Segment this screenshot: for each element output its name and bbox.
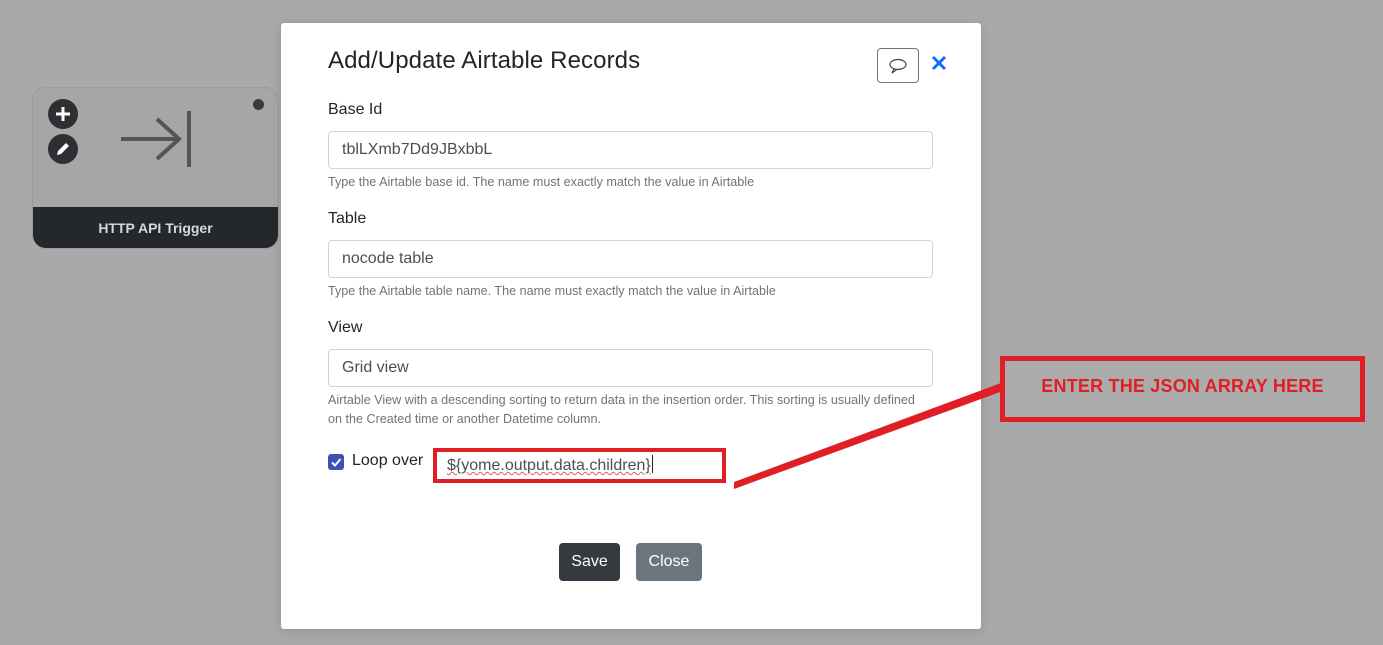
view-label: View	[328, 319, 363, 336]
close-icon[interactable]	[929, 53, 949, 73]
text-caret	[651, 455, 653, 473]
comment-button[interactable]	[877, 48, 919, 83]
add-node-button[interactable]	[48, 99, 78, 129]
table-input[interactable]: nocode table	[328, 240, 933, 278]
trigger-node-card[interactable]: HTTP API Trigger	[32, 87, 279, 249]
plus-icon	[56, 107, 70, 121]
annotation-callout: ENTER THE JSON ARRAY HERE	[1000, 356, 1365, 422]
view-help: Airtable View with a descending sorting …	[328, 393, 915, 426]
base-id-help: Type the Airtable base id. The name must…	[328, 175, 755, 189]
pencil-icon	[57, 143, 69, 155]
loop-over-label: Loop over	[352, 452, 424, 469]
table-label: Table	[328, 210, 367, 227]
edit-node-button[interactable]	[48, 134, 78, 164]
table-help: Type the Airtable table name. The name m…	[328, 284, 776, 298]
loop-over-checkbox[interactable]	[328, 454, 344, 470]
modal-title: Add/Update Airtable Records	[328, 47, 641, 74]
airtable-records-modal: Add/Update Airtable Records Base Id tblL…	[281, 23, 981, 629]
status-dot-icon	[253, 99, 264, 110]
loop-over-value: ${yome.output.data.children}	[447, 457, 651, 474]
node-title: HTTP API Trigger	[33, 207, 278, 248]
loop-over-input[interactable]: ${yome.output.data.children}	[433, 448, 726, 483]
arrow-to-bar-icon	[121, 111, 191, 167]
checkmark-icon	[331, 458, 342, 467]
close-button[interactable]: Close	[636, 543, 702, 581]
view-input[interactable]: Grid view	[328, 349, 933, 387]
base-id-label: Base Id	[328, 101, 383, 118]
speech-bubble-icon	[889, 58, 907, 73]
base-id-input[interactable]: tblLXmb7Dd9JBxbbL	[328, 131, 933, 169]
save-button[interactable]: Save	[559, 543, 620, 581]
